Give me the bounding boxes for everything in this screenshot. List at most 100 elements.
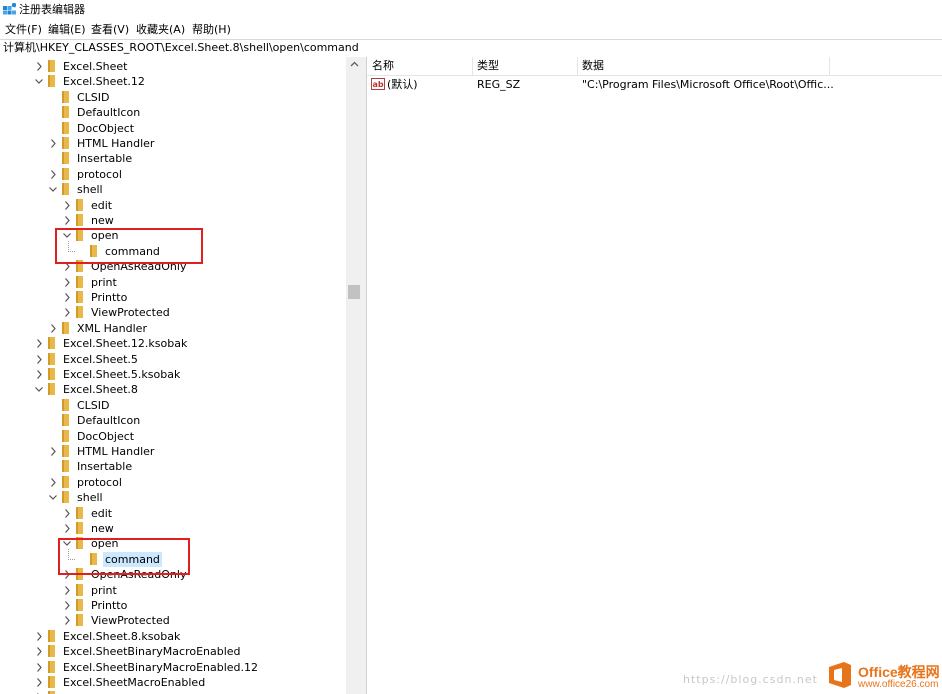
tree-node-label[interactable]: protocol: [77, 475, 122, 490]
chevron-right-icon[interactable]: [34, 354, 44, 365]
tree-node-label[interactable]: Excel.Sheet.8.ksobak: [63, 629, 180, 644]
chevron-down-icon[interactable]: [48, 184, 58, 195]
tree-node[interactable]: Printto: [0, 598, 346, 613]
column-type-header[interactable]: 类型: [477, 59, 499, 73]
registry-tree[interactable]: Excel.Sheet Excel.Sheet.12 CLSID DefaultIco…: [0, 57, 346, 694]
tree-node-label[interactable]: DocObject: [77, 121, 134, 136]
tree-node-label[interactable]: Insertable: [77, 151, 132, 166]
tree-node[interactable]: HTML Handler: [0, 136, 346, 151]
tree-node-label[interactable]: print: [91, 275, 117, 290]
chevron-right-icon[interactable]: [48, 169, 58, 180]
tree-node[interactable]: CLSID: [0, 398, 346, 413]
tree-node-label[interactable]: DocObject: [77, 429, 134, 444]
chevron-right-icon[interactable]: [34, 631, 44, 642]
chevron-right-icon[interactable]: [34, 369, 44, 380]
tree-node-label[interactable]: shell: [77, 182, 103, 197]
tree-node[interactable]: Excel.Sheet.5.ksobak: [0, 367, 346, 382]
tree-node[interactable]: shell: [0, 182, 346, 197]
column-name-header[interactable]: 名称: [372, 59, 394, 73]
tree-node[interactable]: edit: [0, 198, 346, 213]
tree-node[interactable]: Excel.SheetMacroEnabled: [0, 675, 346, 690]
chevron-right-icon[interactable]: [62, 307, 72, 318]
chevron-right-icon[interactable]: [34, 677, 44, 688]
chevron-right-icon[interactable]: [62, 200, 72, 211]
tree-node-label[interactable]: Excel.Sheet.12.ksobak: [63, 336, 187, 351]
menu-favorites[interactable]: 收藏夹(A): [136, 22, 185, 37]
tree-node-label[interactable]: Printto: [91, 598, 127, 613]
tree-node-label[interactable]: Excel.Sheet.8: [63, 382, 138, 397]
tree-node-label[interactable]: ViewProtected: [91, 305, 170, 320]
tree-node-label[interactable]: Printto: [91, 290, 127, 305]
chevron-right-icon[interactable]: [62, 508, 72, 519]
chevron-right-icon[interactable]: [34, 61, 44, 72]
chevron-right-icon[interactable]: [62, 215, 72, 226]
tree-node-label[interactable]: new: [91, 213, 114, 228]
chevron-right-icon[interactable]: [34, 646, 44, 657]
tree-node-label[interactable]: Excel.SheetBinaryMacroEnabled: [63, 644, 241, 659]
tree-node[interactable]: Excel.Sheet.5: [0, 352, 346, 367]
tree-node-label[interactable]: Excel.SheetMacroEnabled: [63, 675, 205, 690]
chevron-right-icon[interactable]: [34, 662, 44, 673]
column-data-header[interactable]: 数据: [582, 59, 604, 73]
tree-node[interactable]: Excel.SheetBinaryMacroEnabled: [0, 644, 346, 659]
tree-node-label[interactable]: shell: [77, 490, 103, 505]
chevron-right-icon[interactable]: [62, 600, 72, 611]
tree-node-label[interactable]: XML Handler: [77, 321, 147, 336]
tree-node[interactable]: print: [0, 275, 346, 290]
tree-node[interactable]: edit: [0, 506, 346, 521]
tree-node[interactable]: new: [0, 213, 346, 228]
menu-help[interactable]: 帮助(H): [192, 22, 231, 37]
tree-node-label[interactable]: edit: [91, 198, 112, 213]
tree-node-label[interactable]: Excel.Sheet.5: [63, 352, 138, 367]
scroll-thumb[interactable]: [348, 285, 360, 299]
tree-node-label[interactable]: Insertable: [77, 459, 132, 474]
tree-node-label[interactable]: Excel.Sheet.5.ksobak: [63, 367, 180, 382]
tree-node[interactable]: HTML Handler: [0, 444, 346, 459]
address-bar[interactable]: 计算机\HKEY_CLASSES_ROOT\Excel.Sheet.8\shel…: [0, 39, 942, 58]
scroll-up-arrow-icon[interactable]: [349, 59, 360, 70]
tree-node[interactable]: ViewProtected: [0, 305, 346, 320]
tree-node[interactable]: Excel.Sheet: [0, 59, 346, 74]
chevron-right-icon[interactable]: [62, 523, 72, 534]
value-list[interactable]: 名称 类型 数据 ab (默认) REG_SZ "C:\Program File…: [367, 57, 942, 694]
chevron-right-icon[interactable]: [34, 338, 44, 349]
tree-node-label[interactable]: protocol: [77, 167, 122, 182]
tree-node[interactable]: CLSID: [0, 90, 346, 105]
address-path[interactable]: 计算机\HKEY_CLASSES_ROOT\Excel.Sheet.8\shel…: [3, 41, 359, 55]
column-separator[interactable]: [472, 57, 473, 75]
tree-node-label[interactable]: ViewProtected: [91, 613, 170, 628]
tree-node[interactable]: Insertable: [0, 459, 346, 474]
tree-node[interactable]: Excel.Sheet.12.ksobak: [0, 336, 346, 351]
tree-node[interactable]: DefaultIcon: [0, 413, 346, 428]
tree-node-label[interactable]: Excel.Sheet: [63, 59, 127, 74]
menu-file[interactable]: 文件(F): [5, 22, 42, 37]
menu-view[interactable]: 查看(V): [91, 22, 129, 37]
tree-node-label[interactable]: HTML Handler: [77, 136, 154, 151]
tree-node[interactable]: Excel.Sheet.8: [0, 382, 346, 397]
tree-node[interactable]: Insertable: [0, 151, 346, 166]
tree-node[interactable]: DefaultIcon: [0, 105, 346, 120]
chevron-right-icon[interactable]: [48, 446, 58, 457]
chevron-right-icon[interactable]: [48, 323, 58, 334]
tree-node[interactable]: XML Handler: [0, 321, 346, 336]
tree-node-label[interactable]: HTML Handler: [77, 444, 154, 459]
tree-node[interactable]: Excel.Sheet.8.ksobak: [0, 629, 346, 644]
chevron-right-icon[interactable]: [62, 615, 72, 626]
tree-node-label[interactable]: new: [91, 521, 114, 536]
chevron-down-icon[interactable]: [34, 76, 44, 87]
column-separator[interactable]: [829, 57, 830, 75]
tree-node[interactable]: shell: [0, 490, 346, 505]
tree-node-label[interactable]: DefaultIcon: [77, 105, 140, 120]
chevron-right-icon[interactable]: [62, 585, 72, 596]
chevron-right-icon[interactable]: [62, 277, 72, 288]
tree-node-label[interactable]: CLSID: [77, 398, 110, 413]
tree-node[interactable]: Excel.SheetBinaryMacroEnabled.12: [0, 660, 346, 675]
chevron-right-icon[interactable]: [48, 477, 58, 488]
tree-node[interactable]: print: [0, 583, 346, 598]
value-name[interactable]: (默认): [387, 78, 418, 92]
tree-node[interactable]: new: [0, 521, 346, 536]
menu-edit[interactable]: 编辑(E): [48, 22, 86, 37]
tree-node[interactable]: ViewProtected: [0, 613, 346, 628]
tree-node-label[interactable]: Excel.Sheet.12: [63, 74, 145, 89]
tree-scrollbar[interactable]: [346, 57, 363, 694]
